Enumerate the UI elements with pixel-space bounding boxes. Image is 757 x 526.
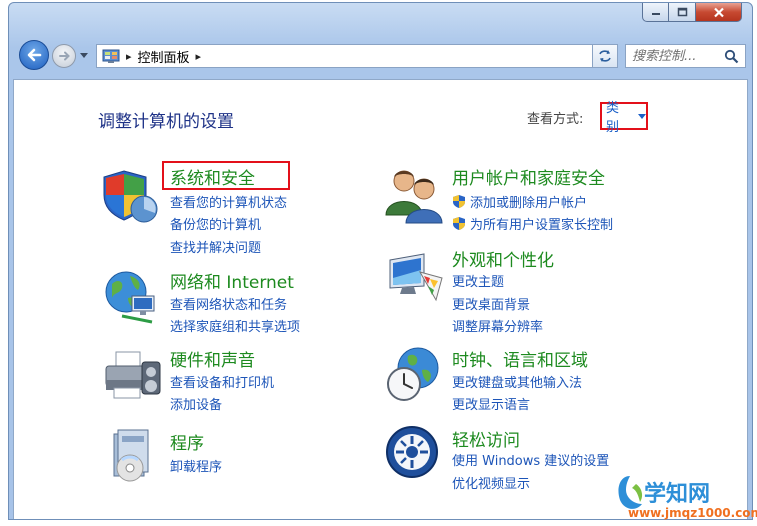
navigation-toolbar: ▸ 控制面板 ▸ bbox=[9, 39, 752, 73]
breadcrumb-control-panel[interactable]: 控制面板 bbox=[138, 47, 190, 66]
link-troubleshoot[interactable]: 查找并解决问题 bbox=[170, 237, 261, 256]
printer-icon bbox=[105, 351, 161, 399]
search-box[interactable] bbox=[625, 44, 746, 68]
link-optimize-video[interactable]: 优化视频显示 bbox=[452, 473, 530, 492]
category-user-accounts[interactable]: 用户帐户和家庭安全 bbox=[452, 164, 605, 189]
view-by-label: 查看方式: bbox=[527, 112, 584, 127]
category-network-internet[interactable]: 网络和 Internet bbox=[170, 268, 294, 293]
refresh-button[interactable] bbox=[592, 44, 618, 68]
security-shield-icon bbox=[103, 170, 158, 223]
forward-arrow-icon bbox=[59, 51, 70, 61]
breadcrumb-separator-icon[interactable]: ▸ bbox=[126, 50, 132, 63]
control-panel-icon bbox=[102, 49, 120, 63]
watermark-name: 学知网 bbox=[644, 482, 711, 507]
category-ease-of-access[interactable]: 轻松访问 bbox=[452, 426, 520, 451]
network-globe-icon bbox=[105, 271, 155, 324]
minimize-button[interactable] bbox=[642, 3, 669, 22]
watermark: 学知网 www.jmqz1000.com bbox=[616, 470, 757, 526]
maximize-icon bbox=[677, 7, 687, 17]
link-homegroup-sharing[interactable]: 选择家庭组和共享选项 bbox=[170, 316, 300, 335]
uac-shield-icon bbox=[453, 217, 465, 230]
link-change-theme[interactable]: 更改主题 bbox=[452, 271, 504, 290]
refresh-icon bbox=[599, 50, 611, 62]
link-devices-printers[interactable]: 查看设备和打印机 bbox=[170, 372, 274, 391]
link-desktop-background[interactable]: 更改桌面背景 bbox=[452, 294, 530, 313]
link-backup-computer[interactable]: 备份您的计算机 bbox=[170, 214, 261, 233]
breadcrumb-separator-icon[interactable]: ▸ bbox=[196, 50, 202, 63]
display-palette-icon bbox=[389, 253, 443, 302]
link-view-network-status[interactable]: 查看网络状态和任务 bbox=[170, 294, 287, 313]
uac-shield-icon bbox=[453, 195, 465, 208]
link-add-remove-accounts-label: 添加或删除用户帐户 bbox=[470, 196, 588, 211]
link-screen-resolution[interactable]: 调整屏幕分辨率 bbox=[452, 316, 543, 335]
main-content: 调整计算机的设置 查看方式: 类别 系统和安全 查看您的计算机状态 备份您的计算… bbox=[13, 79, 748, 519]
link-windows-suggested-settings[interactable]: 使用 Windows 建议的设置 bbox=[452, 450, 609, 469]
link-keyboard-input[interactable]: 更改键盘或其他输入法 bbox=[452, 372, 582, 391]
link-parental-controls-label: 为所有用户设置家长控制 bbox=[470, 218, 614, 233]
category-clock-language-region[interactable]: 时钟、语言和区域 bbox=[452, 346, 588, 371]
search-input[interactable] bbox=[632, 48, 720, 64]
link-add-device[interactable]: 添加设备 bbox=[170, 394, 222, 413]
users-icon bbox=[385, 170, 443, 224]
clock-globe-icon bbox=[387, 347, 439, 401]
view-by-dropdown[interactable]: 类别 bbox=[600, 101, 648, 135]
programs-icon bbox=[113, 429, 149, 482]
link-parental-controls[interactable]: 为所有用户设置家长控制 bbox=[452, 214, 613, 233]
category-hardware-sound[interactable]: 硬件和声音 bbox=[170, 346, 255, 371]
caption-buttons bbox=[642, 3, 742, 25]
link-add-remove-accounts[interactable]: 添加或删除用户帐户 bbox=[452, 192, 587, 211]
ease-of-access-icon bbox=[386, 426, 438, 478]
maximize-button[interactable] bbox=[669, 3, 696, 22]
back-arrow-icon bbox=[27, 48, 42, 62]
address-bar[interactable]: ▸ 控制面板 ▸ bbox=[96, 44, 614, 68]
link-display-language[interactable]: 更改显示语言 bbox=[452, 394, 530, 413]
chevron-down-icon bbox=[638, 113, 646, 119]
page-title: 调整计算机的设置 bbox=[98, 112, 234, 132]
view-by-value: 类别 bbox=[606, 101, 620, 135]
highlight-box bbox=[162, 161, 290, 190]
link-uninstall-program[interactable]: 卸载程序 bbox=[170, 456, 222, 475]
search-icon[interactable] bbox=[724, 49, 739, 64]
recent-pages-dropdown-icon[interactable] bbox=[80, 53, 88, 59]
watermark-url: www.jmqz1000.com bbox=[628, 506, 757, 520]
forward-button[interactable] bbox=[52, 44, 76, 68]
minimize-icon bbox=[651, 13, 660, 15]
link-view-computer-status[interactable]: 查看您的计算机状态 bbox=[170, 192, 287, 211]
close-button[interactable] bbox=[696, 3, 742, 22]
category-programs[interactable]: 程序 bbox=[170, 429, 204, 454]
category-appearance[interactable]: 外观和个性化 bbox=[452, 246, 554, 271]
close-icon bbox=[713, 7, 724, 17]
control-panel-window: ▸ 控制面板 ▸ 调整计算机的设置 查看方式: 类别 bbox=[8, 2, 753, 520]
back-button[interactable] bbox=[19, 40, 49, 70]
